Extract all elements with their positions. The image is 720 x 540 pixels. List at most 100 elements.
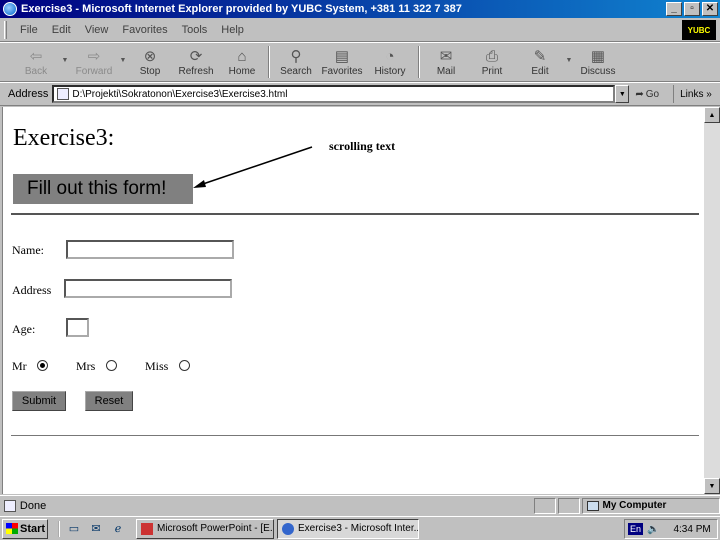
stop-icon: ⊗ (143, 48, 157, 65)
address-value: D:\Projekti\Sokratonon\Exercise3\Exercis… (72, 88, 288, 100)
standard-toolbar: ⇦ Back ▼ ⇨ Forward ▼ ⊗ Stop ⟳ Refresh ⌂ … (0, 42, 720, 82)
stop-label: Stop (139, 66, 161, 77)
edit-icon: ✎ (533, 48, 547, 65)
scroll-up-icon[interactable]: ▲ (704, 107, 720, 123)
clock: 4:34 PM (673, 523, 711, 535)
address-dropdown-icon[interactable]: ▼ (615, 85, 630, 103)
radio-label-miss: Miss (145, 359, 169, 373)
menu-help[interactable]: Help (214, 24, 251, 36)
address-field-input[interactable] (64, 279, 232, 298)
address-bar: Address D:\Projekti\Sokratonon\Exercise3… (0, 82, 720, 106)
marquee-text: Fill out this form! (27, 178, 167, 199)
window-title: Exercise3 - Microsoft Internet Explorer … (21, 3, 462, 15)
home-label: Home (228, 66, 256, 77)
status-bar: Done My Computer (0, 495, 720, 515)
status-pane (533, 497, 556, 514)
scroll-down-icon[interactable]: ▼ (704, 478, 720, 494)
task-internet-explorer[interactable]: Exercise3 - Microsoft Inter... (277, 518, 419, 539)
print-label: Print (481, 66, 503, 77)
page-done-icon (4, 499, 16, 512)
quick-launch: ▭ ✉ ℯ (58, 520, 126, 537)
internet-explorer-icon[interactable]: ℯ (110, 521, 126, 537)
menu-edit[interactable]: Edit (45, 24, 78, 36)
back-dropdown-icon[interactable]: ▼ (60, 43, 70, 64)
language-indicator[interactable]: En (628, 523, 644, 535)
refresh-icon: ⟳ (189, 48, 203, 65)
stop-button[interactable]: ⊗ Stop (128, 43, 172, 81)
links-button[interactable]: Links » (673, 85, 712, 103)
menu-grip[interactable] (4, 20, 7, 39)
vertical-scrollbar[interactable]: ▲ ▼ (704, 107, 720, 494)
discuss-button[interactable]: ▦ Discuss (574, 43, 622, 81)
go-label: Go (645, 88, 660, 100)
discuss-icon: ▦ (590, 48, 606, 65)
forward-dropdown-icon[interactable]: ▼ (118, 43, 128, 64)
discuss-label: Discuss (580, 66, 616, 77)
taskbar: Start ▭ ✉ ℯ Microsoft PowerPoint - [E...… (0, 516, 720, 540)
edit-dropdown-icon[interactable]: ▼ (564, 43, 574, 64)
back-label: Back (24, 66, 48, 77)
go-arrow-icon: ➦ (635, 88, 644, 100)
horizontal-rule (11, 435, 699, 436)
mail-label: Mail (436, 66, 456, 77)
back-button[interactable]: ⇦ Back (12, 43, 60, 81)
toolbar-separator (418, 46, 420, 78)
home-button[interactable]: ⌂ Home (220, 43, 264, 81)
close-button[interactable]: ✕ (702, 2, 718, 16)
maximize-button[interactable]: ▫ (684, 2, 700, 16)
back-arrow-icon: ⇦ (29, 48, 43, 65)
radio-miss[interactable] (179, 360, 190, 371)
internet-explorer-icon (282, 522, 294, 535)
radio-label-mrs: Mrs (76, 359, 96, 373)
ie-app-icon[interactable] (3, 2, 17, 16)
minimize-button[interactable]: _ (666, 2, 682, 16)
marquee-banner: Fill out this form! (13, 174, 193, 204)
menu-file[interactable]: File (13, 24, 45, 36)
history-icon: ◔ (385, 47, 395, 65)
title-bar: Exercise3 - Microsoft Internet Explorer … (0, 0, 720, 18)
print-icon: ⎙ (485, 47, 498, 65)
favorites-icon: ▤ (334, 48, 350, 65)
start-button[interactable]: Start (2, 518, 48, 539)
reset-button[interactable]: Reset (85, 391, 133, 411)
mail-button[interactable]: ✉ Mail (424, 43, 468, 81)
radio-mrs[interactable] (106, 360, 117, 371)
forward-button[interactable]: ⇨ Forward (70, 43, 118, 81)
age-label: Age: (12, 322, 36, 336)
volume-icon[interactable]: 🔈 (647, 524, 659, 535)
name-label: Name: (12, 243, 44, 257)
print-button[interactable]: ⎙ Print (468, 43, 516, 81)
history-label: History (374, 66, 406, 77)
task-label: Microsoft PowerPoint - [E... (157, 523, 274, 534)
radio-label-mr: Mr (12, 359, 27, 373)
menu-favorites[interactable]: Favorites (115, 24, 174, 36)
edit-label: Edit (531, 66, 549, 77)
page-content: Exercise3: scrolling text Fill out this … (2, 107, 704, 494)
submit-button[interactable]: Submit (12, 391, 66, 411)
go-button[interactable]: ➦ Go (635, 89, 659, 100)
menu-view[interactable]: View (78, 24, 116, 36)
address-input[interactable]: D:\Projekti\Sokratonon\Exercise3\Exercis… (52, 85, 616, 103)
home-icon: ⌂ (237, 47, 247, 65)
brand-logo: YUBC (682, 20, 716, 40)
address-label: Address (8, 88, 49, 100)
history-button[interactable]: ◔ History (366, 43, 414, 81)
links-label: Links (680, 88, 704, 100)
name-input[interactable] (66, 240, 234, 259)
outlook-express-icon[interactable]: ✉ (88, 521, 104, 537)
status-text: Done (19, 499, 47, 512)
task-powerpoint[interactable]: Microsoft PowerPoint - [E... (136, 518, 274, 539)
edit-button[interactable]: ✎ Edit (516, 43, 564, 81)
toolbar-separator (268, 46, 270, 78)
mail-icon: ✉ (439, 48, 453, 65)
search-button[interactable]: ⚲ Search (274, 43, 318, 81)
my-computer-icon (586, 500, 599, 511)
page-icon (57, 88, 70, 100)
refresh-button[interactable]: ⟳ Refresh (172, 43, 220, 81)
age-input[interactable] (66, 318, 89, 337)
favorites-button[interactable]: ▤ Favorites (318, 43, 366, 81)
show-desktop-icon[interactable]: ▭ (66, 521, 82, 537)
radio-mr[interactable] (37, 360, 48, 371)
menu-tools[interactable]: Tools (175, 24, 215, 36)
horizontal-rule (11, 213, 699, 215)
